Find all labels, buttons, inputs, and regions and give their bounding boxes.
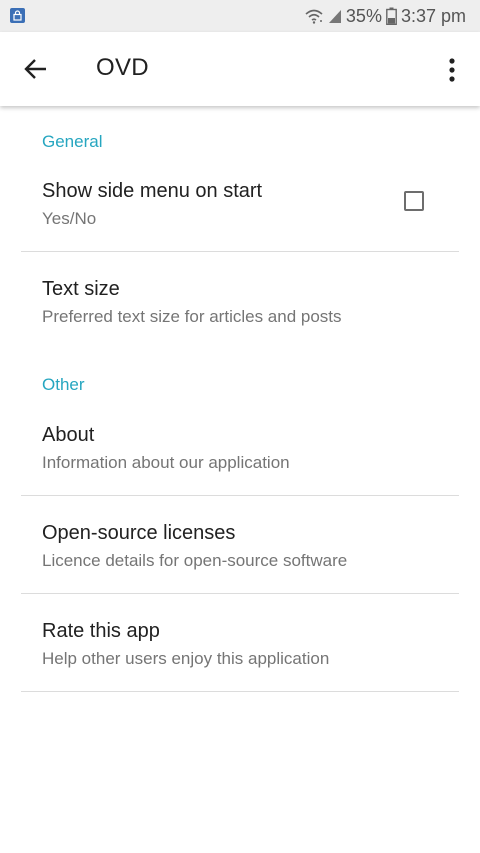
section-header-general: General (42, 132, 103, 151)
pref-summary: Licence details for open-source software (42, 551, 348, 570)
overflow-menu-button[interactable] (446, 56, 458, 84)
pref-title: Show side menu on start (42, 180, 263, 202)
app-bar: OVD (0, 32, 480, 106)
divider (21, 495, 459, 496)
divider (21, 593, 459, 594)
more-vert-icon (449, 58, 455, 82)
pref-item-about[interactable]: About Information about our application (0, 412, 480, 494)
pref-title: Open-source licenses (42, 522, 236, 544)
pref-item-text-size[interactable]: Text size Preferred text size for articl… (0, 266, 480, 346)
pref-summary: Information about our application (42, 453, 290, 472)
arrow-left-icon (24, 59, 46, 79)
battery-icon (386, 7, 397, 25)
divider (21, 251, 459, 252)
lock-app-icon (10, 8, 25, 23)
divider (21, 691, 459, 692)
pref-item-licenses[interactable]: Open-source licenses Licence details for… (0, 510, 480, 592)
page-title: OVD (96, 54, 149, 81)
battery-percent: 35% (345, 5, 382, 26)
wifi-icon (304, 8, 324, 24)
pref-title: About (42, 424, 95, 446)
pref-title: Rate this app (42, 620, 160, 642)
status-icons: 35% 3:37 pm (304, 0, 466, 32)
side-menu-checkbox[interactable] (404, 191, 424, 211)
pref-summary: Yes/No (42, 209, 97, 228)
pref-summary: Help other users enjoy this application (42, 649, 330, 668)
pref-summary: Preferred text size for articles and pos… (42, 307, 342, 326)
clock: 3:37 pm (400, 5, 466, 26)
section-header-other: Other (42, 375, 85, 394)
back-button[interactable] (22, 55, 50, 83)
signal-icon (328, 8, 342, 24)
status-bar: 35% 3:37 pm (0, 0, 480, 32)
pref-item-rate[interactable]: Rate this app Help other users enjoy thi… (0, 608, 480, 690)
pref-title: Text size (42, 278, 120, 300)
